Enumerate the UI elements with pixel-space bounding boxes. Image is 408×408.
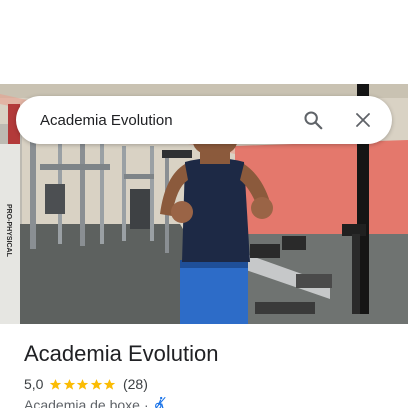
search-icon[interactable] <box>296 103 330 137</box>
rating-stars <box>49 378 117 391</box>
star-icon <box>90 378 103 390</box>
search-input[interactable]: Academia Evolution <box>40 112 280 129</box>
review-count[interactable]: (28) <box>123 376 148 392</box>
search-bar[interactable]: Academia Evolution <box>16 96 392 144</box>
star-icon <box>63 378 76 390</box>
category-row: Academia de boxe · <box>24 396 167 408</box>
wall-sign-text: PRO-PHYSICAL <box>5 204 12 258</box>
maps-place-screen: PRO-PHYSICAL Academia Evolution Academia… <box>0 0 408 408</box>
rating-value: 5,0 <box>24 376 44 392</box>
place-category: Academia de boxe <box>24 396 140 408</box>
star-icon <box>104 378 116 390</box>
star-icon <box>77 378 89 390</box>
place-title: Academia Evolution <box>24 341 219 366</box>
star-icon <box>50 378 62 390</box>
separator-dot: · <box>143 396 149 408</box>
close-icon[interactable] <box>346 103 380 137</box>
rating-row[interactable]: 5,0 (28) <box>24 375 148 393</box>
accessibility-icon <box>153 396 167 408</box>
